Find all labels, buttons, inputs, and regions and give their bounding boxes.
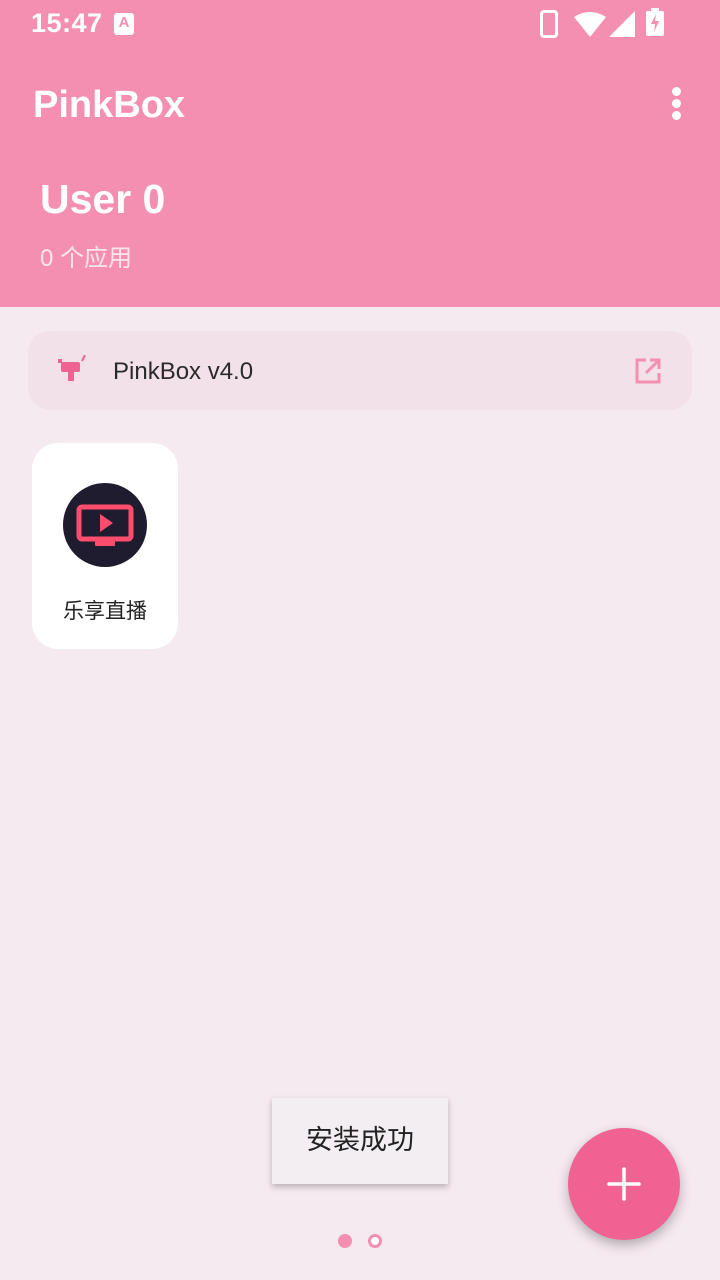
version-card[interactable]: PinkBox v4.0 (28, 331, 692, 410)
header: 15:47 A PinkBox User 0 0 个应用 (0, 0, 720, 307)
battery-charging-icon (646, 8, 664, 36)
status-time: 15:47 (31, 8, 103, 38)
notification-a-icon: A (114, 13, 134, 35)
user-name: User 0 (40, 176, 166, 222)
phone-icon (540, 10, 558, 38)
page-indicator-active[interactable] (338, 1234, 352, 1248)
app-label: 乐享直播 (63, 599, 147, 623)
user-app-count: 0 个应用 (40, 245, 133, 272)
more-options-icon[interactable] (664, 84, 688, 124)
signal-icon (609, 11, 635, 37)
tv-play-icon (63, 483, 147, 567)
page-indicator-inactive[interactable] (368, 1234, 382, 1248)
toast-message: 安装成功 (272, 1098, 448, 1184)
brush-icon (58, 355, 86, 381)
open-external-icon[interactable] (634, 357, 662, 385)
app-tile[interactable]: 乐享直播 (32, 443, 178, 649)
add-app-button[interactable] (568, 1128, 680, 1240)
wifi-icon (574, 12, 606, 37)
version-label: PinkBox v4.0 (113, 358, 254, 385)
app-title: PinkBox (33, 84, 186, 126)
status-bar: 15:47 A (0, 0, 720, 48)
plus-icon (607, 1167, 641, 1201)
